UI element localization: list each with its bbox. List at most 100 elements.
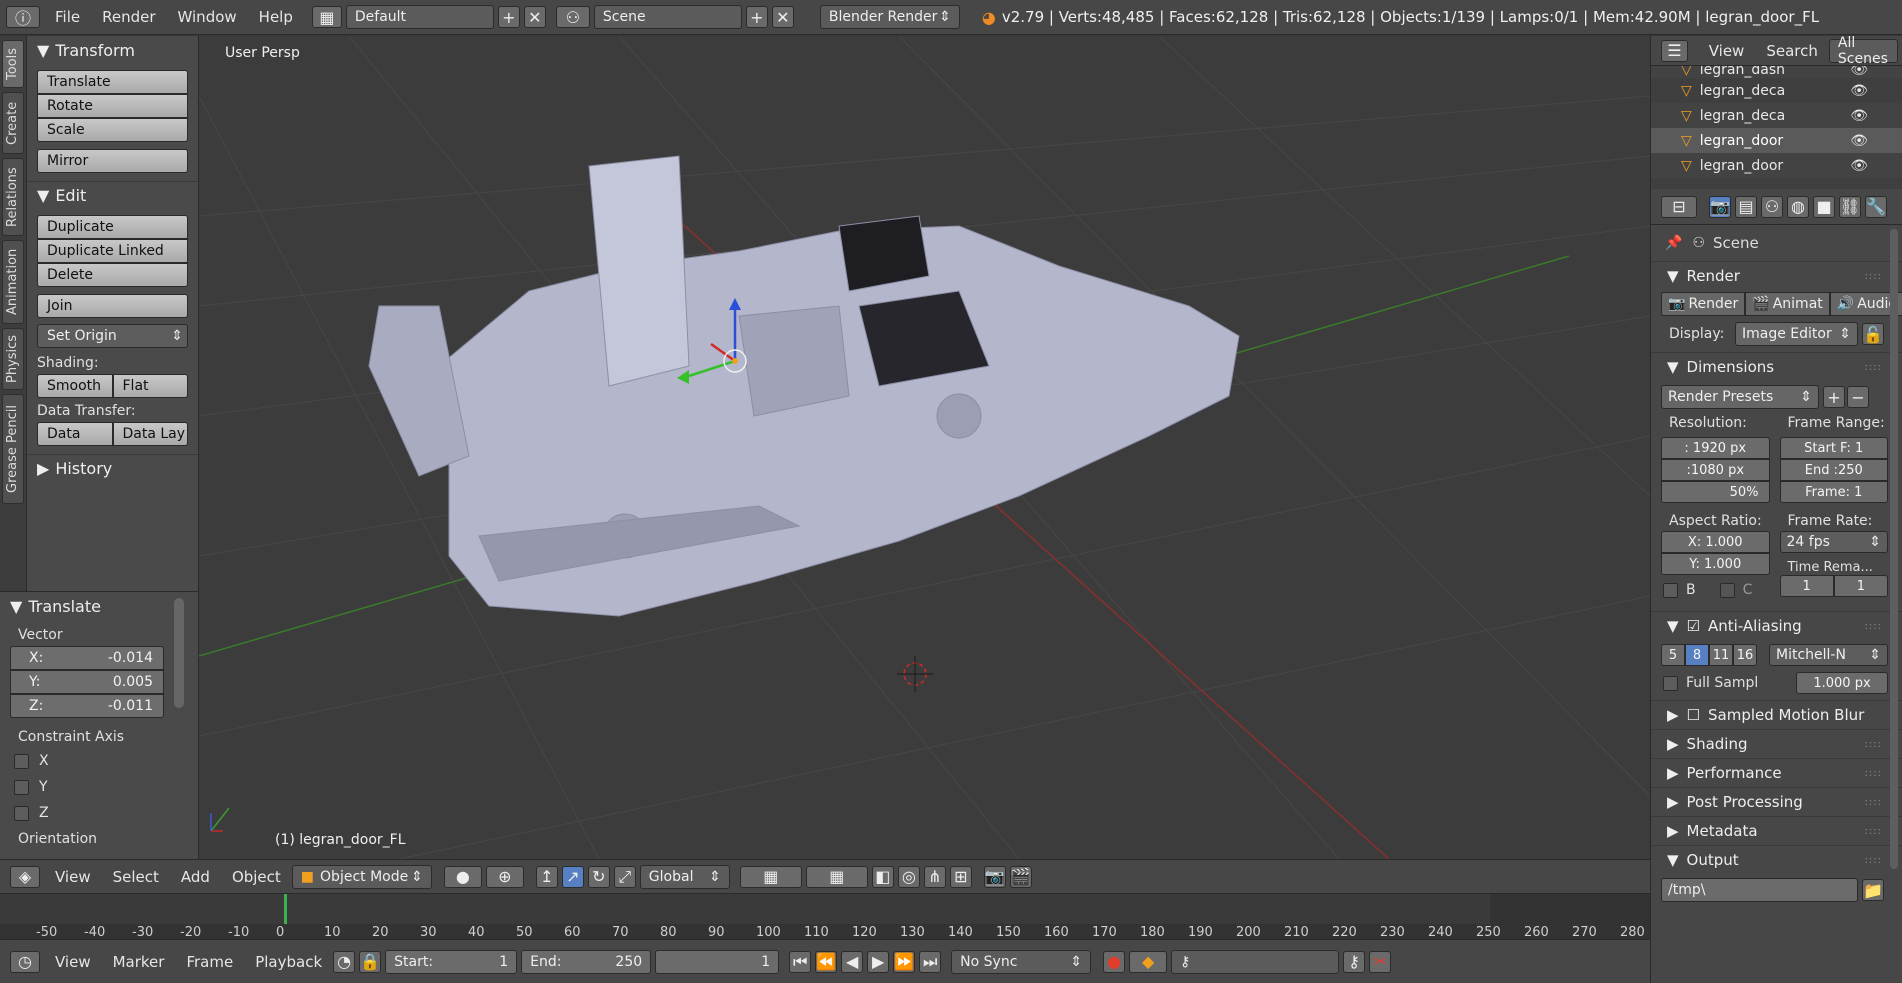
outliner-row[interactable]: ▽ legran_deca 👁 bbox=[1651, 78, 1902, 103]
add-preset-icon[interactable]: + bbox=[1823, 386, 1845, 408]
timeline-editor-icon[interactable]: ◷ bbox=[10, 950, 40, 973]
data-button[interactable]: Data bbox=[37, 422, 113, 446]
3d-viewport[interactable]: User Persp (1) legran_door_FL bbox=[199, 36, 1650, 859]
scale-manipulator-icon[interactable]: ⤢ bbox=[613, 865, 636, 888]
render-tab-icon[interactable]: 📷 bbox=[1709, 195, 1731, 218]
operator-scrollbar[interactable] bbox=[174, 598, 184, 708]
layout-dropdown[interactable]: Default bbox=[345, 5, 494, 29]
remove-preset-icon[interactable]: − bbox=[1847, 386, 1869, 408]
time-remap-old-field[interactable]: 1 bbox=[1779, 575, 1834, 597]
folder-icon[interactable]: 📁 bbox=[1862, 879, 1884, 901]
output-path-field[interactable]: /tmp\ bbox=[1661, 878, 1858, 902]
rotate-button[interactable]: Rotate bbox=[37, 94, 188, 118]
outliner-editor-icon[interactable]: ☰ bbox=[1661, 39, 1688, 62]
snap-icon[interactable]: ⋔ bbox=[923, 865, 946, 888]
scene-icon[interactable]: ⚇ bbox=[555, 6, 590, 28]
visibility-icon[interactable]: 👁 bbox=[1850, 158, 1868, 174]
render-engine-dropdown[interactable]: Blender Render ⇕ bbox=[819, 5, 960, 29]
orientation-dropdown[interactable]: Global ⇕ bbox=[639, 864, 730, 889]
outliner-row[interactable]: ▽ legran_door 👁 bbox=[1651, 153, 1902, 178]
snap-element-icon[interactable]: ⊞ bbox=[949, 865, 972, 888]
delete-button[interactable]: Delete bbox=[37, 263, 188, 287]
layers-icon[interactable]: ▦ bbox=[739, 865, 802, 888]
play-reverse-icon[interactable]: ◀ bbox=[841, 950, 864, 973]
output-panel-header[interactable]: ▼ Output:::: bbox=[1651, 845, 1902, 874]
motion-blur-panel-header[interactable]: ▶ ☐ Sampled Motion Blur bbox=[1651, 700, 1902, 729]
translate-manipulator-icon[interactable]: ↗ bbox=[561, 865, 584, 888]
duplicate-button[interactable]: Duplicate bbox=[37, 215, 188, 239]
frame-menu[interactable]: Frame bbox=[175, 953, 244, 971]
keying-set-field[interactable]: ⚷ bbox=[1171, 949, 1340, 974]
playback-menu[interactable]: Playback bbox=[244, 953, 333, 971]
tab-physics[interactable]: Physics bbox=[2, 328, 24, 390]
proportional-edit-icon[interactable]: ◎ bbox=[897, 865, 920, 888]
layers-2-icon[interactable]: ▦ bbox=[805, 865, 868, 888]
pivot-icon[interactable]: ⊕ bbox=[485, 865, 524, 888]
scene-dropdown[interactable]: Scene bbox=[593, 5, 742, 29]
resolution-y-field[interactable]: :1080 px bbox=[1661, 459, 1770, 481]
play-icon[interactable]: ▶ bbox=[867, 950, 890, 973]
constraint-x-checkbox[interactable]: X bbox=[0, 748, 198, 774]
performance-panel-header[interactable]: ▶ Performance:::: bbox=[1651, 758, 1902, 787]
fps-dropdown[interactable]: 24 fps ⇕ bbox=[1779, 531, 1888, 553]
marker-menu[interactable]: Marker bbox=[102, 953, 176, 971]
current-frame-indicator[interactable] bbox=[284, 894, 287, 924]
delete-keyframe-icon[interactable]: ✂ bbox=[1369, 950, 1392, 973]
menu-file[interactable]: File bbox=[44, 8, 91, 26]
current-frame-field[interactable]: 1 bbox=[655, 949, 780, 974]
render-panel-header[interactable]: ▼ Render:::: bbox=[1651, 261, 1902, 290]
translate-button[interactable]: Translate bbox=[37, 70, 188, 94]
flat-button[interactable]: Flat bbox=[112, 374, 188, 398]
duplicate-linked-button[interactable]: Duplicate Linked bbox=[37, 239, 188, 263]
record-icon[interactable]: ● bbox=[1103, 950, 1126, 973]
tab-tools[interactable]: Tools bbox=[2, 40, 24, 88]
end-frame-prop-field[interactable]: End :250 bbox=[1779, 459, 1888, 481]
anti-aliasing-panel-header[interactable]: ▼ ☑ Anti-Aliasing:::: bbox=[1651, 611, 1902, 640]
mode-dropdown[interactable]: ■ Object Mode ⇕ bbox=[291, 864, 432, 889]
manipulator-icon[interactable]: ↥ bbox=[535, 865, 558, 888]
time-remap-new-field[interactable]: 1 bbox=[1833, 575, 1888, 597]
motion-blur-checkbox[interactable]: ☐ bbox=[1687, 706, 1700, 724]
add-menu[interactable]: Add bbox=[170, 868, 221, 886]
shading-panel-header[interactable]: ▶ Shading:::: bbox=[1651, 729, 1902, 758]
object-tab-icon[interactable]: ■ bbox=[1813, 195, 1835, 218]
outliner-row-selected[interactable]: ▽ legran_door 👁 bbox=[1651, 128, 1902, 153]
shading-mode-icon[interactable]: ● bbox=[443, 865, 482, 888]
menu-help[interactable]: Help bbox=[248, 8, 304, 26]
aa-samples-5[interactable]: 5 bbox=[1661, 644, 1685, 666]
scale-button[interactable]: Scale bbox=[37, 118, 188, 142]
smooth-button[interactable]: Smooth bbox=[37, 374, 113, 398]
remove-layout-icon[interactable]: ✕ bbox=[523, 6, 546, 28]
jump-end-icon[interactable]: ⏭ bbox=[919, 950, 942, 973]
properties-scrollbar[interactable] bbox=[1890, 229, 1898, 869]
preview-range-icon[interactable]: ◔ bbox=[333, 950, 356, 973]
remove-scene-icon[interactable]: ✕ bbox=[771, 6, 794, 28]
render-icon[interactable]: 📷 bbox=[983, 865, 1006, 888]
display-dropdown[interactable]: Image Editor ⇕ bbox=[1735, 322, 1858, 346]
object-menu[interactable]: Object bbox=[221, 868, 292, 886]
aa-samples-11[interactable]: 11 bbox=[1709, 644, 1733, 666]
visibility-icon[interactable]: 👁 bbox=[1850, 108, 1868, 124]
aspect-x-field[interactable]: X: 1.000 bbox=[1661, 531, 1770, 553]
layers-tab-icon[interactable]: ▤ bbox=[1735, 195, 1757, 218]
constraints-tab-icon[interactable]: ⛓ bbox=[1839, 195, 1861, 218]
scene-tab-icon[interactable]: ⚇ bbox=[1761, 195, 1783, 218]
aa-samples-8[interactable]: 8 bbox=[1685, 644, 1709, 666]
world-tab-icon[interactable]: ◍ bbox=[1787, 195, 1809, 218]
pin-icon[interactable]: 📌 bbox=[1665, 235, 1682, 251]
render-anim-icon[interactable]: 🎬 bbox=[1009, 865, 1032, 888]
lock-interface-icon[interactable]: 🔓 bbox=[1862, 323, 1884, 345]
jump-keyframe-forward-icon[interactable]: ⏩ bbox=[893, 950, 916, 973]
outliner-row[interactable]: ▽ legran_dash 👁 bbox=[1651, 66, 1902, 78]
data-layout-button[interactable]: Data Lay bbox=[112, 422, 188, 446]
full-sample-checkbox[interactable] bbox=[1663, 675, 1678, 691]
start-frame-field[interactable]: Start: 1 bbox=[385, 949, 518, 974]
set-origin-dropdown[interactable]: Set Origin ⇕ bbox=[37, 324, 188, 348]
tab-relations[interactable]: Relations bbox=[2, 158, 24, 236]
render-presets-dropdown[interactable]: Render Presets ⇕ bbox=[1661, 385, 1819, 409]
resolution-percent-field[interactable]: 50% bbox=[1661, 481, 1770, 503]
constraint-z-checkbox[interactable]: Z bbox=[0, 800, 198, 826]
resolution-x-field[interactable]: : 1920 px bbox=[1661, 437, 1770, 459]
timeline-view-menu[interactable]: View bbox=[44, 953, 102, 971]
aa-filter-dropdown[interactable]: Mitchell-N ⇕ bbox=[1769, 644, 1888, 666]
